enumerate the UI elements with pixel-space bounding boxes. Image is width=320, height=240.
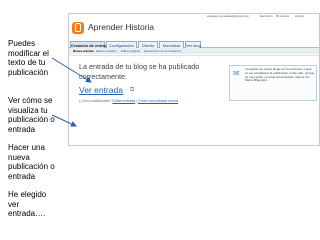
- annotation-arrows: [51, 57, 92, 127]
- arrow-to-posting-tab: [51, 57, 92, 83]
- arrow-to-view-link: [51, 114, 77, 127]
